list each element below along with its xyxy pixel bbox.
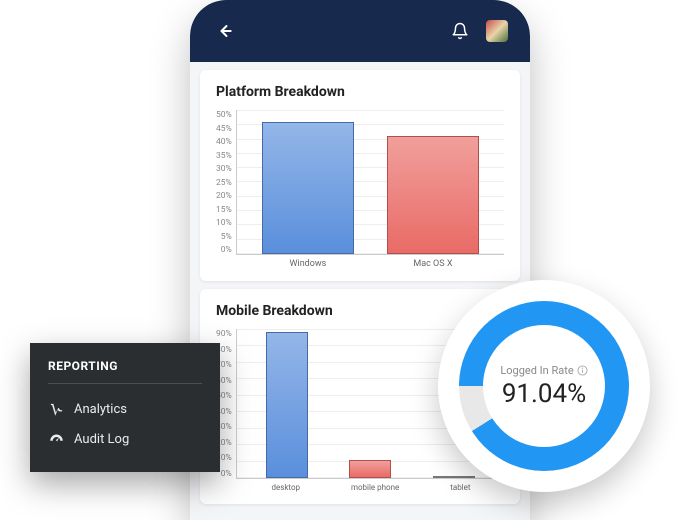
x-label: tablet xyxy=(450,483,470,492)
y-tick: 0% xyxy=(216,245,232,255)
y-tick: 40% xyxy=(216,137,232,147)
back-icon[interactable] xyxy=(212,19,236,43)
bell-icon[interactable] xyxy=(448,19,472,43)
x-axis-labels: desktop mobile phone tablet xyxy=(238,483,504,492)
x-label: Mac OS X xyxy=(413,259,452,269)
donut-chart: Logged In Rate 91.04% xyxy=(459,301,629,471)
y-tick: 25% xyxy=(216,178,232,188)
platform-breakdown-card: Platform Breakdown 50% 45% 40% 35% 30% 25% 20%… xyxy=(200,70,520,281)
platform-chart: 50% 45% 40% 35% 30% 25% 20% 15% 10% 5% 0% xyxy=(216,110,504,255)
bars xyxy=(237,110,504,254)
y-tick: 30% xyxy=(216,164,232,174)
bar-windows xyxy=(262,122,354,254)
sidebar-item-analytics[interactable]: Analytics xyxy=(48,394,202,424)
bar-tablet xyxy=(433,476,475,478)
y-tick: 50% xyxy=(216,110,232,120)
y-tick: 5% xyxy=(216,232,232,242)
app-header xyxy=(190,0,530,62)
bar-mac-os-x xyxy=(387,136,479,254)
donut-center: Logged In Rate 91.04% xyxy=(483,325,605,447)
x-label: mobile phone xyxy=(351,483,399,492)
y-tick: 35% xyxy=(216,151,232,161)
y-tick: 10% xyxy=(216,218,232,228)
plot-area xyxy=(236,110,504,255)
sidebar-heading: REPORTING xyxy=(48,359,202,384)
card-title: Mobile Breakdown xyxy=(216,303,504,319)
y-axis: 50% 45% 40% 35% 30% 25% 20% 15% 10% 5% 0% xyxy=(216,110,236,255)
x-label: desktop xyxy=(271,483,300,492)
donut-label-text: Logged In Rate xyxy=(500,364,573,377)
reporting-sidebar: REPORTING Analytics Audit Log xyxy=(30,343,220,472)
gauge-icon xyxy=(48,431,64,447)
donut-value: 91.04% xyxy=(502,379,586,409)
card-title: Platform Breakdown xyxy=(216,84,504,100)
y-tick: 20% xyxy=(216,191,232,201)
sidebar-item-audit-log[interactable]: Audit Log xyxy=(48,424,202,454)
y-tick: 15% xyxy=(216,205,232,215)
bar-desktop xyxy=(266,332,308,478)
logged-in-rate-widget: Logged In Rate 91.04% xyxy=(438,280,650,492)
y-tick: 45% xyxy=(216,124,232,134)
bar-mobile-phone xyxy=(349,460,391,478)
y-tick: 90% xyxy=(216,329,232,339)
analytics-icon xyxy=(48,401,64,417)
avatar[interactable] xyxy=(486,20,508,42)
x-axis-labels: Windows Mac OS X xyxy=(238,259,504,269)
sidebar-item-label: Analytics xyxy=(74,402,127,417)
x-label: Windows xyxy=(290,259,327,269)
sidebar-item-label: Audit Log xyxy=(74,432,129,447)
donut-label: Logged In Rate xyxy=(500,364,587,377)
